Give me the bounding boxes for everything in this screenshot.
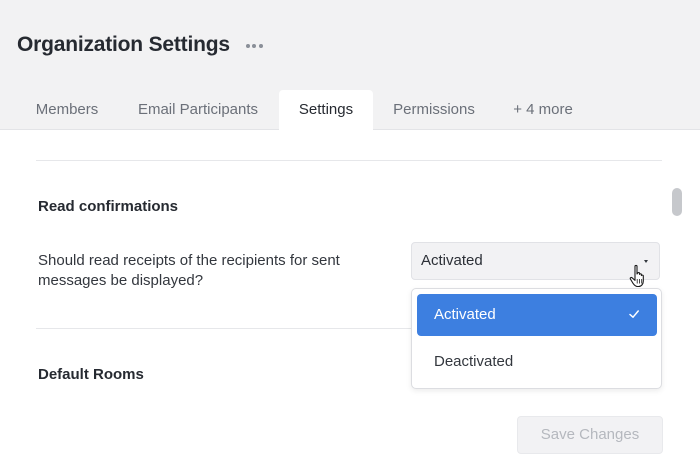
divider xyxy=(36,160,662,161)
option-label: Deactivated xyxy=(434,353,514,370)
tab-bar: Members Email Participants Settings Perm… xyxy=(0,90,700,131)
dropdown-option-activated[interactable]: Activated xyxy=(417,294,657,336)
option-label: Activated xyxy=(434,306,496,323)
save-changes-button[interactable]: Save Changes xyxy=(517,416,663,454)
tab-members[interactable]: Members xyxy=(20,90,114,130)
caret-down-icon xyxy=(644,260,648,263)
read-receipts-question: Should read receipts of the recipients f… xyxy=(38,252,340,289)
check-icon xyxy=(629,310,639,318)
settings-content: Read confirmations Should read receipts … xyxy=(0,130,700,468)
section-title-default-rooms: Default Rooms xyxy=(38,366,144,383)
select-dropdown-menu: Activated Deactivated xyxy=(411,288,662,389)
tab-settings[interactable]: Settings xyxy=(279,90,373,131)
scrollbar-thumb[interactable] xyxy=(672,188,682,216)
section-title-read-confirmations: Read confirmations xyxy=(38,198,179,215)
page-header: Organization Settings Members Email Part… xyxy=(0,0,700,131)
tab-email-participants[interactable]: Email Participants xyxy=(124,90,272,130)
select-value: Activated xyxy=(421,252,483,269)
dropdown-option-deactivated[interactable]: Deactivated xyxy=(417,341,657,383)
more-horizontal-icon[interactable] xyxy=(244,36,264,56)
read-receipts-select[interactable]: Activated xyxy=(411,242,660,280)
tab-permissions[interactable]: Permissions xyxy=(381,90,487,130)
tab-more[interactable]: + 4 more xyxy=(502,90,584,130)
page-title: Organization Settings xyxy=(17,33,230,56)
